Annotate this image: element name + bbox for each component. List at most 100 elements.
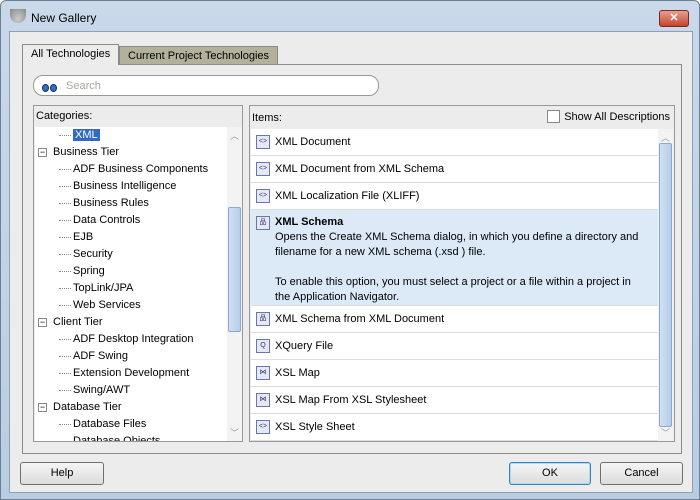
category-item[interactable]: ADF Swing: [59, 348, 129, 365]
help-button[interactable]: Help: [20, 462, 104, 485]
item-description: Opens the Create XML Schema dialog, in w…: [275, 231, 639, 303]
category-item[interactable]: XML: [59, 127, 100, 144]
category-label: Database Files: [73, 418, 147, 430]
category-label: Business Tier: [53, 146, 120, 158]
search-input[interactable]: Search: [33, 75, 379, 96]
ok-label: OK: [542, 467, 558, 479]
scroll-thumb[interactable]: [659, 143, 672, 427]
category-item[interactable]: Spring: [59, 263, 105, 280]
xsl-map-icon: ⋈: [256, 366, 270, 380]
category-label: Swing/AWT: [73, 384, 131, 396]
gallery-item[interactable]: 品 XML Schema from XML Document: [251, 306, 658, 333]
item-label: XML Schema from XML Document: [275, 313, 445, 325]
tree-connector: [59, 356, 71, 357]
scroll-up-icon[interactable]: ︿: [227, 129, 242, 142]
checkbox-box[interactable]: [547, 110, 561, 123]
category-item[interactable]: Business Intelligence: [59, 178, 177, 195]
search-placeholder: Search: [66, 80, 101, 92]
gallery-item[interactable]: ⋈ XSL Map From XSL Stylesheet: [251, 387, 658, 414]
dialog-body: All Technologies Current Project Technol…: [9, 31, 693, 493]
tab-all-technologies[interactable]: All Technologies: [22, 44, 120, 65]
category-item[interactable]: TopLink/JPA: [59, 280, 134, 297]
close-button[interactable]: ✕: [659, 10, 689, 27]
category-item[interactable]: Security: [59, 246, 113, 263]
window-title: New Gallery: [31, 11, 97, 25]
tree-connector: [59, 305, 71, 306]
category-label: Extension Development: [73, 367, 190, 379]
category-item[interactable]: − Database Tier: [38, 399, 121, 416]
new-gallery-dialog: New Gallery ✕ All Technologies Current P…: [0, 0, 700, 500]
tree-connector: [59, 220, 71, 221]
xsl-map-icon: ⋈: [256, 393, 270, 407]
tree-connector: [59, 373, 71, 374]
category-item[interactable]: Swing/AWT: [59, 382, 131, 399]
xml-document-icon: <>: [256, 135, 270, 149]
gallery-item[interactable]: ⋈ XSL Map: [251, 360, 658, 387]
category-label: Business Intelligence: [73, 180, 177, 192]
cancel-button[interactable]: Cancel: [600, 462, 683, 485]
app-icon: [10, 9, 26, 23]
categories-scrollbar[interactable]: ︿ ﹀: [227, 127, 242, 441]
items-scrollbar[interactable]: ︿ ﹀: [658, 129, 673, 441]
xml-document-icon: <>: [256, 420, 270, 434]
category-label: Client Tier: [53, 316, 103, 328]
items-label: Items:: [252, 112, 282, 124]
item-label: XSL Map: [275, 367, 320, 379]
category-item[interactable]: Data Controls: [59, 212, 141, 229]
collapse-icon[interactable]: −: [38, 403, 47, 412]
gallery-item[interactable]: 品 XML Schema Opens the Create XML Schema d…: [251, 210, 658, 306]
category-item[interactable]: − Business Tier: [38, 144, 120, 161]
category-label: Security: [73, 248, 113, 260]
gallery-item[interactable]: <> XML Document from XML Schema: [251, 156, 658, 183]
tree-connector: [59, 203, 71, 204]
gallery-item[interactable]: Q XQuery File: [251, 333, 658, 360]
tree-connector: [59, 271, 71, 272]
help-label: Help: [50, 467, 74, 479]
category-item[interactable]: − Client Tier: [38, 314, 103, 331]
item-label: XQuery File: [275, 340, 334, 352]
collapse-icon[interactable]: −: [38, 318, 47, 327]
category-item[interactable]: ADF Business Components: [59, 161, 209, 178]
category-item[interactable]: Database Files: [59, 416, 147, 433]
tree-connector: [59, 339, 71, 340]
scroll-down-icon[interactable]: ﹀: [227, 426, 242, 439]
categories-tree: XML − Business Tier ADF Business Components…: [35, 127, 227, 441]
gallery-item[interactable]: <> XML Localization File (XLIFF): [251, 183, 658, 210]
gallery-item[interactable]: <> XML Document: [251, 129, 658, 156]
category-item[interactable]: EJB: [59, 229, 93, 246]
scroll-down-icon[interactable]: ﹀: [658, 426, 673, 439]
scroll-thumb[interactable]: [228, 207, 241, 332]
category-item[interactable]: Database Objects: [73, 433, 160, 441]
tree-connector: [59, 135, 71, 136]
category-item[interactable]: ADF Desktop Integration: [59, 331, 193, 348]
cancel-label: Cancel: [624, 467, 659, 479]
show-all-descriptions-checkbox[interactable]: Show All Descriptions: [547, 110, 670, 123]
tree-connector: [59, 186, 71, 187]
category-label: ADF Swing: [73, 350, 129, 362]
category-label: TopLink/JPA: [73, 282, 134, 294]
item-label: XML Document from XML Schema: [275, 163, 445, 175]
category-label: Database Objects: [73, 435, 161, 441]
xml-document-icon: <>: [256, 162, 270, 176]
category-item[interactable]: Business Rules: [59, 195, 149, 212]
category-label: Business Rules: [73, 197, 149, 209]
tree-connector: [59, 390, 71, 391]
item-label: XSL Style Sheet: [275, 421, 355, 433]
binoculars-icon: [42, 79, 58, 92]
category-item[interactable]: Web Services: [59, 297, 141, 314]
item-label: XSL Map From XSL Stylesheet: [275, 394, 427, 406]
tree-connector: [59, 237, 71, 238]
tab-current-project-technologies[interactable]: Current Project Technologies: [119, 46, 279, 65]
tree-connector: [59, 424, 71, 425]
items-list: <> XML Document <> XML Document from XML Sc…: [251, 129, 658, 441]
collapse-icon[interactable]: −: [38, 148, 47, 157]
xquery-file-icon: Q: [256, 339, 270, 353]
category-label: ADF Business Components: [73, 163, 209, 175]
category-label: Data Controls: [73, 214, 141, 226]
category-label: Spring: [73, 265, 105, 277]
item-label: XML Document: [275, 136, 351, 148]
category-item[interactable]: Extension Development: [59, 365, 190, 382]
categories-panel: Categories: XML − Business Tier ADF Busines…: [33, 105, 243, 442]
ok-button[interactable]: OK: [509, 462, 591, 485]
gallery-item[interactable]: <> XSL Style Sheet: [251, 414, 658, 441]
